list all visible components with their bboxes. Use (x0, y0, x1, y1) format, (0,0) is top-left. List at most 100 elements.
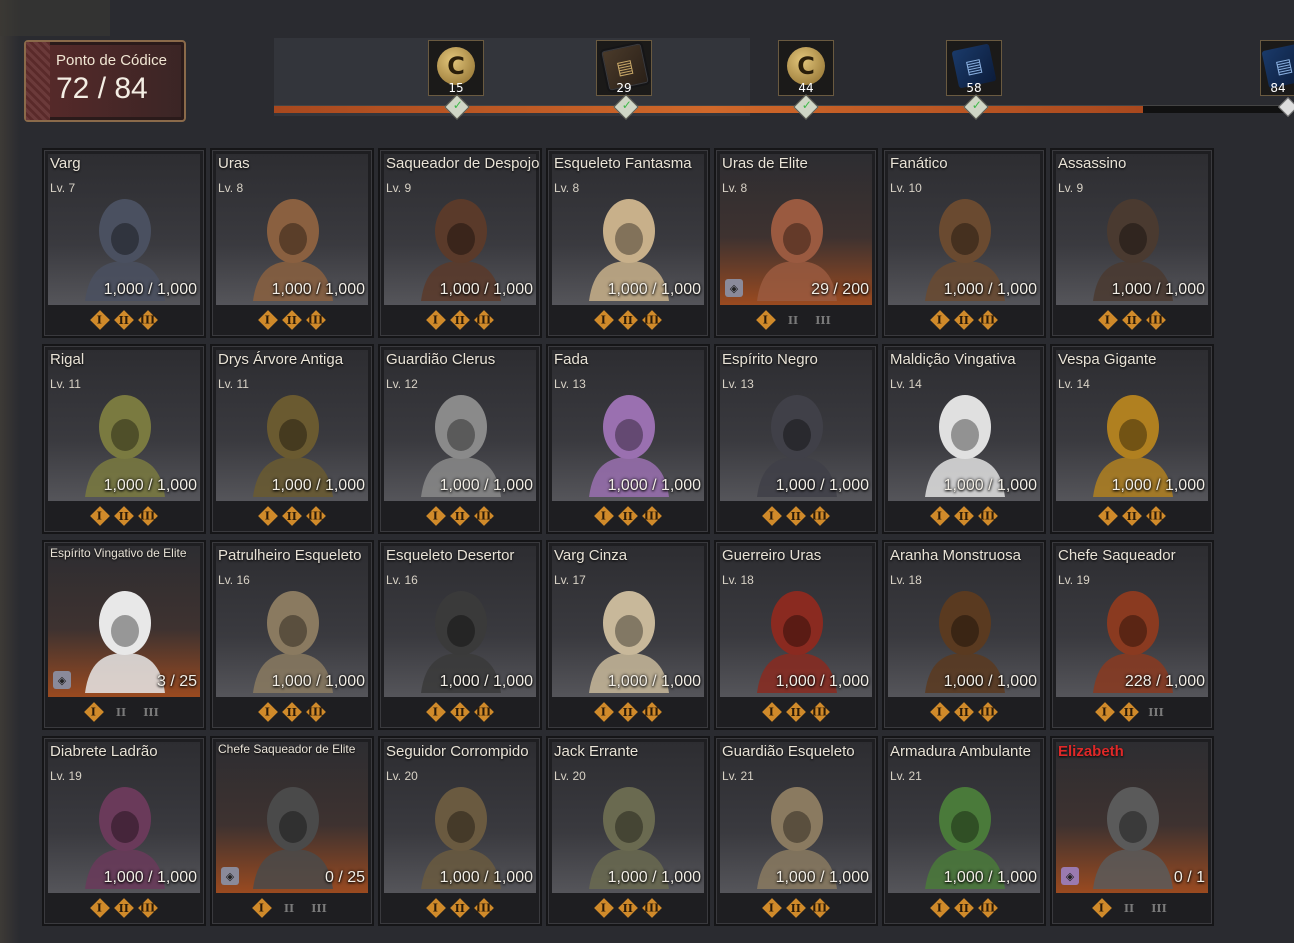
tier-3-icon: III (143, 705, 159, 719)
kill-count: 1,000 / 1,000 (439, 477, 533, 494)
tier-2-icon: II (282, 506, 302, 526)
tier-1-icon: I (1098, 506, 1118, 526)
reward-qty: 15 (448, 81, 464, 95)
monster-name: Fada (554, 351, 589, 368)
monster-level: Lv. 18 (890, 573, 922, 587)
monster-level: Lv. 14 (890, 377, 922, 391)
locked-milestone-icon (1278, 97, 1294, 117)
monster-card[interactable]: Fanático Lv. 10 1,000 / 1,000 I II III (884, 150, 1044, 336)
reward-slot-4[interactable]: ▤ 58 (946, 40, 1002, 96)
monster-card[interactable]: Assassino Lv. 9 1,000 / 1,000 I II III (1052, 150, 1212, 336)
monster-card[interactable]: Guardião Esqueleto Lv. 21 1,000 / 1,000 I II… (716, 738, 876, 924)
monster-card[interactable]: Guerreiro Uras Lv. 18 1,000 / 1,000 I II III (716, 542, 876, 728)
tier-3-icon: III (311, 901, 327, 915)
monster-card[interactable]: Diabrete Ladrão Lv. 19 1,000 / 1,000 I II III (44, 738, 204, 924)
tier-2-icon: II (786, 898, 806, 918)
monster-level: Lv. 9 (386, 181, 412, 195)
tier-3-icon: III (1146, 310, 1166, 330)
tier-row: I II III (381, 896, 539, 920)
monster-card[interactable]: Chefe Saqueador Lv. 19 228 / 1,000 I II III (1052, 542, 1212, 728)
reward-slot-1[interactable]: C 15 (428, 40, 484, 96)
tier-1-icon: I (594, 310, 614, 330)
monster-level: Lv. 14 (1058, 377, 1090, 391)
tier-row: I II III (1053, 308, 1211, 332)
tier-row: I II III (1053, 896, 1211, 920)
tier-3-icon: III (642, 898, 662, 918)
monster-card[interactable]: Armadura Ambulante Lv. 21 1,000 / 1,000 I II… (884, 738, 1044, 924)
monster-card[interactable]: Seguidor Corrompido Lv. 20 1,000 / 1,000 I I… (380, 738, 540, 924)
elite-badge-icon: ◈ (53, 671, 71, 689)
monster-card[interactable]: Jack Errante Lv. 20 1,000 / 1,000 I II III (548, 738, 708, 924)
tier-2-icon: II (450, 702, 470, 722)
monster-name: Varg Cinza (554, 547, 628, 564)
tier-2-icon: II (954, 898, 974, 918)
monster-name: Guardião Esqueleto (722, 743, 855, 760)
monster-card[interactable]: Esqueleto Fantasma Lv. 8 1,000 / 1,000 I II I… (548, 150, 708, 336)
tier-2-icon: II (1119, 702, 1139, 722)
monster-card[interactable]: Guardião Clerus Lv. 12 1,000 / 1,000 I II III (380, 346, 540, 532)
monster-level: Lv. 8 (722, 181, 748, 195)
monster-level: Lv. 12 (386, 377, 418, 391)
tier-row: I II III (1053, 504, 1211, 528)
tier-3-icon: III (1146, 506, 1166, 526)
tier-row: I II III (381, 504, 539, 528)
tier-2-icon: II (282, 702, 302, 722)
tier-row: I II III (717, 308, 875, 332)
monster-card[interactable]: Espírito Negro Lv. 13 1,000 / 1,000 I II III (716, 346, 876, 532)
monster-card[interactable]: Aranha Monstruosa Lv. 18 1,000 / 1,000 I II I… (884, 542, 1044, 728)
monster-card[interactable]: Drys Árvore Antiga Lv. 11 1,000 / 1,000 I II… (212, 346, 372, 532)
monster-level: Lv. 18 (722, 573, 754, 587)
tier-1-icon: I (90, 310, 110, 330)
monster-name: Espírito Negro (722, 351, 818, 368)
tier-3-icon: III (474, 310, 494, 330)
kill-count: 1,000 / 1,000 (943, 477, 1037, 494)
tier-3-icon: III (642, 506, 662, 526)
tier-row: I II III (885, 308, 1043, 332)
monster-card[interactable]: Uras Lv. 8 1,000 / 1,000 I II III (212, 150, 372, 336)
tier-row: I II III (717, 700, 875, 724)
tier-1-icon: I (258, 506, 278, 526)
kill-count: 1,000 / 1,000 (607, 281, 701, 298)
monster-card[interactable]: Uras de Elite Lv. 8 ◈ 29 / 200 I II III (716, 150, 876, 336)
monster-level: Lv. 13 (554, 377, 586, 391)
monster-name: Seguidor Corrompido (386, 743, 529, 760)
tier-3-icon: III (642, 702, 662, 722)
reward-slot-2[interactable]: ▤ 29 (596, 40, 652, 96)
monster-card[interactable]: Esqueleto Desertor Lv. 16 1,000 / 1,000 I II… (380, 542, 540, 728)
monster-card[interactable]: Espírito Vingativo de Elite ◈ 3 / 25 I II III (44, 542, 204, 728)
monster-level: Lv. 8 (554, 181, 580, 195)
monster-level: Lv. 9 (1058, 181, 1084, 195)
monster-card[interactable]: Chefe Saqueador de Elite ◈ 0 / 25 I II III (212, 738, 372, 924)
monster-name: Diabrete Ladrão (50, 743, 158, 760)
monster-card[interactable]: Fada Lv. 13 1,000 / 1,000 I II III (548, 346, 708, 532)
tier-1-icon: I (594, 506, 614, 526)
tier-2-icon: II (115, 705, 127, 719)
tier-3-icon: III (138, 310, 158, 330)
tier-2-icon: II (114, 310, 134, 330)
monster-card[interactable]: Saqueador de Despojos Lv. 9 1,000 / 1,000 I… (380, 150, 540, 336)
tier-1-icon: I (426, 702, 446, 722)
monster-name: Guardião Clerus (386, 351, 496, 368)
reward-slot-5[interactable]: ▤ 84 (1260, 40, 1294, 96)
tier-1-icon: I (756, 310, 776, 330)
tier-2-icon: II (114, 506, 134, 526)
map-fragment-decoration (0, 0, 110, 36)
monster-card[interactable]: Varg Lv. 7 1,000 / 1,000 I II III (44, 150, 204, 336)
tier-row: I II III (549, 308, 707, 332)
monster-card[interactable]: Patrulheiro Esqueleto Lv. 16 1,000 / 1,000… (212, 542, 372, 728)
monster-card[interactable]: Elizabeth ◈ 0 / 1 I II III (1052, 738, 1212, 924)
reward-slot-3[interactable]: C 44 (778, 40, 834, 96)
monster-card[interactable]: Rigal Lv. 11 1,000 / 1,000 I II III (44, 346, 204, 532)
monster-card[interactable]: Vespa Gigante Lv. 14 1,000 / 1,000 I II III (1052, 346, 1212, 532)
tier-1-icon: I (594, 898, 614, 918)
kill-count: 0 / 1 (1173, 869, 1205, 886)
reward-qty: 44 (798, 81, 814, 95)
monster-card[interactable]: Varg Cinza Lv. 17 1,000 / 1,000 I II III (548, 542, 708, 728)
kill-count: 1,000 / 1,000 (103, 281, 197, 298)
kill-count: 1,000 / 1,000 (271, 673, 365, 690)
tier-2-icon: II (954, 310, 974, 330)
monster-card[interactable]: Maldição Vingativa Lv. 14 1,000 / 1,000 I II… (884, 346, 1044, 532)
tier-row: I II III (213, 700, 371, 724)
tier-3-icon: III (810, 702, 830, 722)
tier-3-icon: III (978, 506, 998, 526)
